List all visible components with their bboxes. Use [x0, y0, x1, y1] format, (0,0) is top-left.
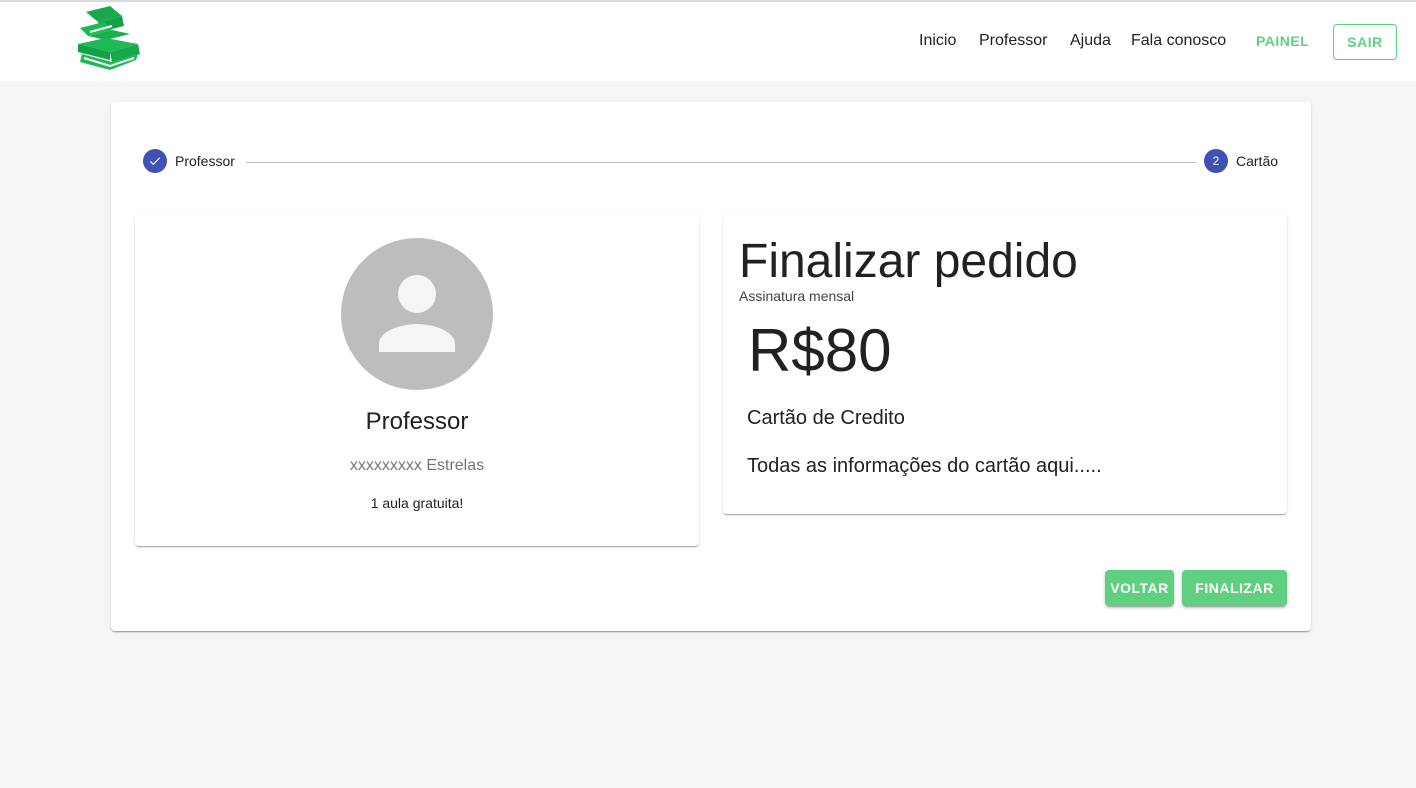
- nav-link-professor[interactable]: Professor: [979, 32, 1047, 50]
- order-summary-card: Finalizar pedido Assinatura mensal R$80 …: [723, 214, 1287, 514]
- nav-link-ajuda[interactable]: Ajuda: [1070, 32, 1111, 50]
- back-button[interactable]: VOLTAR: [1105, 570, 1174, 606]
- sair-button[interactable]: SAIR: [1333, 24, 1397, 60]
- step-cartao-number[interactable]: 2: [1204, 149, 1228, 173]
- order-subtitle: Assinatura mensal: [739, 288, 855, 304]
- step-cartao-label[interactable]: Cartão: [1236, 153, 1278, 169]
- nav-link-inicio[interactable]: Inicio: [919, 32, 956, 50]
- step-professor-label[interactable]: Professor: [175, 153, 235, 169]
- teacher-card: Professor xxxxxxxxx Estrelas 1 aula grat…: [135, 214, 699, 546]
- teacher-name: Professor: [365, 408, 469, 435]
- order-price: R$80: [748, 317, 892, 384]
- painel-button[interactable]: PAINEL: [1256, 33, 1309, 49]
- checkout-card: Professor 2 Cartão Professor xxxxxxxxx E…: [111, 102, 1311, 631]
- credit-card-info: Todas as informações do cartão aqui.....: [747, 455, 1102, 477]
- person-icon: [341, 238, 493, 390]
- order-title: Finalizar pedido: [739, 235, 1078, 288]
- teacher-offer: 1 aula gratuita!: [370, 495, 464, 511]
- credit-card-title: Cartão de Credito: [747, 407, 905, 429]
- books-logo-icon[interactable]: [76, 4, 142, 74]
- nav-link-fala-conosco[interactable]: Fala conosco: [1131, 32, 1226, 50]
- stepper-connector: [246, 162, 1196, 163]
- step-professor-check-icon[interactable]: [143, 149, 167, 173]
- finish-button[interactable]: FINALIZAR: [1182, 570, 1287, 606]
- teacher-stars: xxxxxxxxx Estrelas: [349, 457, 485, 474]
- navbar: Inicio Professor Ajuda Fala conosco PAIN…: [0, 2, 1416, 81]
